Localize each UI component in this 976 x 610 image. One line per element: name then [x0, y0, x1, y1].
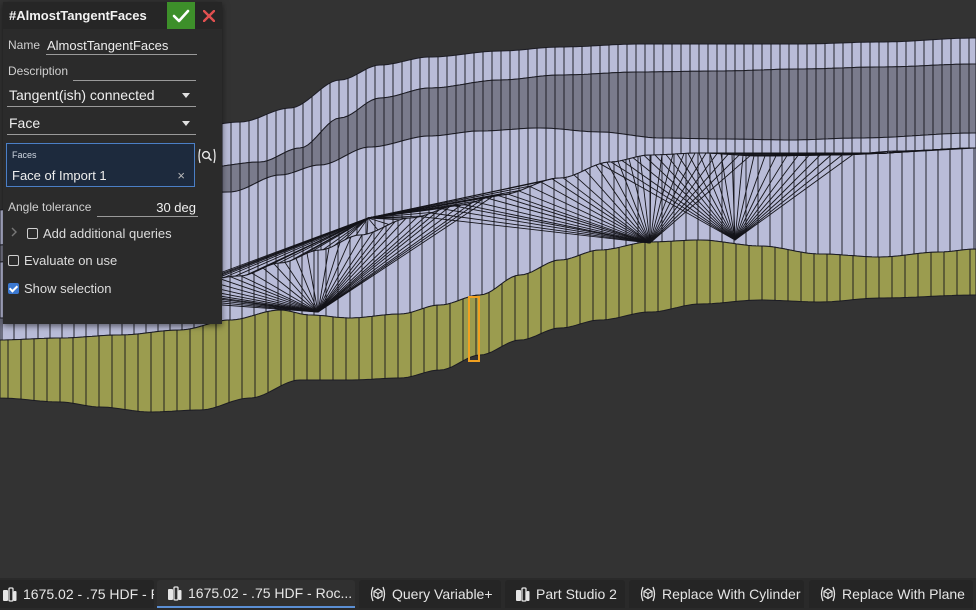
add-queries-checkbox[interactable] [27, 228, 38, 239]
add-queries-checkbox-row[interactable]: Add additional queries [27, 226, 172, 241]
dialog-header: #AlmostTangentFaces [3, 2, 222, 29]
tab-part-studio-2[interactable]: Part Studio 2 [505, 580, 625, 608]
tab-label: 1675.02 - .75 HDF - Roc... [188, 585, 353, 601]
description-input[interactable] [73, 63, 196, 81]
chevron-right-icon[interactable] [9, 226, 19, 238]
accept-button[interactable] [167, 2, 195, 29]
description-label: Description [8, 64, 69, 78]
tab-part-studio-active[interactable]: 1675.02 - .75 HDF - Roc... [157, 580, 355, 608]
parts-icon [515, 586, 531, 602]
magnifier-icon [198, 148, 216, 164]
faces-label: Faces [12, 150, 37, 160]
query-search-button[interactable] [197, 147, 217, 165]
show-selection-label: Show selection [24, 281, 112, 296]
remove-selection-icon[interactable]: × [177, 168, 185, 183]
angle-tolerance-label: Angle tolerance [8, 200, 92, 214]
faces-query-box[interactable]: Faces Face of Import 1 × [6, 143, 195, 187]
dialog-title: #AlmostTangentFaces [9, 8, 147, 23]
connection-type-select[interactable]: Tangent(ish) connected [7, 84, 196, 107]
feature-dialog: #AlmostTangentFaces Name Description Tan… [3, 2, 222, 324]
entity-type-value: Face [9, 115, 41, 131]
evaluate-on-use-row[interactable]: Evaluate on use [8, 253, 117, 268]
parts-icon [2, 586, 18, 602]
parts-icon [167, 585, 183, 601]
cancel-button[interactable] [196, 2, 222, 29]
add-queries-label: Add additional queries [43, 226, 172, 241]
tab-label: Replace With Plane [842, 586, 965, 602]
evaluate-on-use-checkbox[interactable] [8, 255, 19, 266]
caret-down-icon [182, 93, 190, 98]
show-selection-checkbox[interactable] [8, 283, 19, 294]
tab-label: Replace With Cylinder [662, 586, 801, 602]
caret-down-icon [182, 121, 190, 126]
evaluate-on-use-label: Evaluate on use [24, 253, 118, 268]
tab-replace-with-plane[interactable]: Replace With Plane [809, 580, 973, 608]
tab-part-studio-1[interactable]: 1675.02 - .75 HDF - Roc... [0, 580, 154, 608]
feature-studio-icon [639, 586, 657, 602]
name-label: Name [8, 38, 41, 52]
checkmark-icon [172, 9, 190, 22]
faces-selected-item[interactable]: Face of Import 1 [12, 168, 107, 183]
close-icon [203, 9, 215, 22]
tab-replace-with-cylinder[interactable]: Replace With Cylinder [629, 580, 804, 608]
tab-label: Part Studio 2 [536, 586, 617, 602]
feature-studio-icon [819, 586, 837, 602]
feature-studio-icon [369, 586, 387, 602]
angle-tolerance-input[interactable] [97, 199, 198, 217]
show-selection-row[interactable]: Show selection [8, 281, 111, 296]
entity-type-select[interactable]: Face [7, 112, 196, 135]
tab-label: Query Variable+ [392, 586, 493, 602]
name-input[interactable] [46, 36, 197, 55]
tab-label: 1675.02 - .75 HDF - Roc... [23, 586, 154, 602]
connection-type-value: Tangent(ish) connected [9, 87, 155, 103]
tab-query-variable[interactable]: Query Variable+ [359, 580, 501, 608]
tab-bar: 1675.02 - .75 HDF - Roc... 1675.02 - .75… [0, 578, 976, 610]
